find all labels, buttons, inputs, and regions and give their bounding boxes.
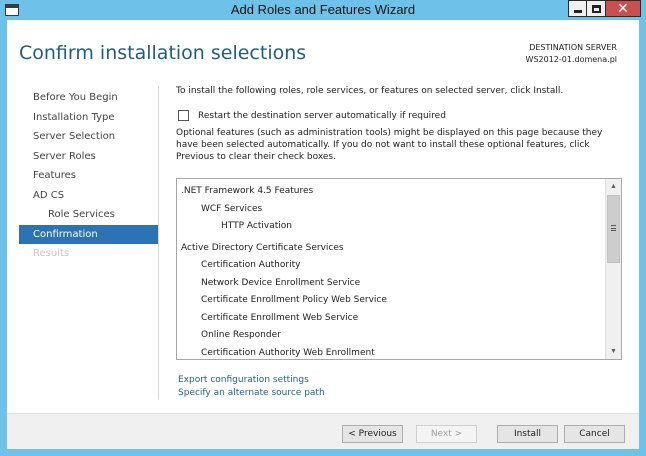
page-title: Confirm installation selections bbox=[19, 42, 307, 64]
list-item: Active Directory Certificate Services bbox=[181, 242, 344, 253]
nav-item-ad-cs[interactable]: AD CS bbox=[19, 186, 159, 206]
minimize-icon bbox=[573, 10, 582, 13]
nav-item-server-roles[interactable]: Server Roles bbox=[19, 147, 159, 167]
list-item: Certificate Enrollment Web Service bbox=[201, 312, 359, 323]
nav-item-installation-type[interactable]: Installation Type bbox=[19, 108, 159, 128]
list-item: Online Responder bbox=[201, 330, 281, 340]
wizard-window: Add Roles and Features Wizard ✕ Confirm … bbox=[0, 0, 646, 456]
previous-button[interactable]: < Previous bbox=[342, 425, 403, 443]
destination-server-name: WS2012-01.domena.pl bbox=[525, 55, 617, 64]
intro-text: To install the following roles, role ser… bbox=[176, 86, 564, 96]
scrollbar-thumb[interactable] bbox=[607, 195, 620, 263]
restart-option[interactable]: Restart the destination server automatic… bbox=[178, 110, 446, 121]
maximize-icon bbox=[591, 4, 601, 13]
title-bar[interactable]: Add Roles and Features Wizard ✕ bbox=[0, 0, 646, 20]
maximize-button[interactable] bbox=[586, 0, 606, 17]
install-button[interactable]: Install bbox=[497, 425, 558, 443]
nav-item-features[interactable]: Features bbox=[19, 166, 159, 186]
next-button[interactable]: Next > bbox=[416, 425, 477, 443]
nav-item-before-you-begin[interactable]: Before You Begin bbox=[19, 88, 159, 108]
list-item: Certification Authority bbox=[201, 260, 301, 270]
list-item: HTTP Activation bbox=[221, 221, 292, 231]
restart-label[interactable]: Restart the destination server automatic… bbox=[198, 111, 446, 121]
nav-item-results: Results bbox=[33, 248, 70, 259]
chevron-down-icon[interactable]: ▼ bbox=[606, 344, 621, 359]
restart-checkbox[interactable] bbox=[178, 110, 189, 121]
links-area: Export configuration settings Specify an… bbox=[178, 374, 325, 400]
window-title: Add Roles and Features Wizard bbox=[230, 2, 416, 17]
nav-item-confirmation[interactable]: Confirmation bbox=[19, 224, 159, 244]
alternate-source-link[interactable]: Specify an alternate source path bbox=[178, 387, 325, 400]
nav-item-server-selection[interactable]: Server Selection bbox=[19, 127, 159, 147]
button-bar: < Previous Next > Install Cancel bbox=[7, 413, 639, 449]
cancel-button[interactable]: Cancel bbox=[564, 425, 625, 443]
wizard-nav: Before You Begin Installation Type Serve… bbox=[19, 88, 159, 264]
chevron-up-icon[interactable]: ▲ bbox=[606, 179, 621, 194]
list-item: Network Device Enrollment Service bbox=[201, 277, 361, 288]
close-icon: ✕ bbox=[617, 0, 629, 17]
destination-label: DESTINATION SERVER bbox=[529, 43, 617, 52]
content-area: To install the following roles, role ser… bbox=[176, 86, 626, 162]
list-item: Certification Authority Web Enrollment bbox=[201, 347, 375, 358]
destination-server: DESTINATION SERVER WS2012-01.domena.pl bbox=[526, 42, 617, 66]
optional-features-text: Optional features (such as administratio… bbox=[176, 128, 603, 162]
list-item: Certificate Enrollment Policy Web Servic… bbox=[201, 295, 387, 305]
list-scrollbar[interactable]: ▲ ▼ bbox=[605, 179, 621, 359]
export-config-link[interactable]: Export configuration settings bbox=[178, 374, 325, 387]
close-button[interactable]: ✕ bbox=[605, 0, 641, 17]
minimize-button[interactable] bbox=[568, 0, 587, 17]
list-item: .NET Framework 4.5 Features bbox=[181, 186, 314, 196]
selections-list[interactable]: .NET Framework 4.5 Features WCF Services… bbox=[176, 178, 622, 360]
selections-list-items: .NET Framework 4.5 Features WCF Services… bbox=[181, 183, 603, 359]
grip-icon bbox=[611, 225, 616, 231]
list-item: WCF Services bbox=[201, 203, 263, 214]
nav-divider bbox=[158, 86, 159, 399]
nav-item-role-services[interactable]: Role Services bbox=[19, 205, 159, 225]
